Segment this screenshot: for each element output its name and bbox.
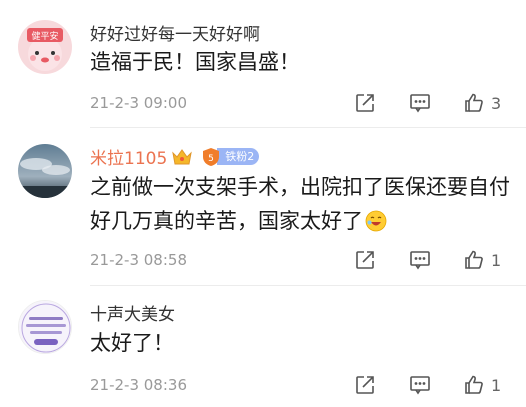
comment-time: 21-2-3 09:00 bbox=[90, 94, 187, 112]
comment-meta: 21-2-3 08:58 1 bbox=[90, 248, 526, 272]
like-icon bbox=[465, 250, 483, 269]
avatar[interactable] bbox=[18, 300, 72, 354]
like-button[interactable]: 3 bbox=[463, 91, 501, 115]
comment-time: 21-2-3 08:58 bbox=[90, 251, 187, 269]
svg-text:健平安: 健平安 bbox=[31, 30, 58, 42]
comment-button[interactable] bbox=[409, 373, 431, 397]
crown-icon bbox=[172, 148, 193, 164]
comment-icon bbox=[410, 376, 430, 395]
username[interactable]: 好好过好每一天好好啊 bbox=[90, 20, 260, 45]
comment-item: 十声大美女 太好了！ 21-2-3 08:36 1 bbox=[0, 286, 526, 407]
like-icon bbox=[465, 93, 483, 112]
comment-meta: 21-2-3 09:00 3 bbox=[90, 91, 526, 115]
share-icon bbox=[356, 376, 374, 394]
comment-meta: 21-2-3 08:36 1 bbox=[90, 373, 526, 397]
comment-button[interactable] bbox=[409, 91, 431, 115]
share-button[interactable] bbox=[354, 91, 376, 115]
fan-badge-icon: 5 bbox=[203, 147, 220, 166]
comment-item: 米拉1105 5 铁粉2 之前做一次支架手术，出院扣了医保还要自付好几万真的辛苦… bbox=[0, 128, 526, 286]
comment-icon bbox=[410, 251, 430, 270]
like-count: 1 bbox=[491, 375, 502, 395]
avatar[interactable]: 健平安 bbox=[18, 20, 72, 74]
like-button[interactable]: 1 bbox=[463, 373, 501, 397]
share-icon bbox=[356, 251, 374, 269]
fan-badge[interactable]: 5 铁粉2 bbox=[201, 147, 260, 167]
comment-button[interactable] bbox=[409, 248, 431, 272]
fan-badge-label: 铁粉2 bbox=[217, 148, 260, 165]
like-count: 3 bbox=[491, 93, 502, 113]
comment-text: 造福于民！国家昌盛！ bbox=[90, 50, 300, 74]
avatar[interactable] bbox=[18, 144, 72, 198]
comment-time: 21-2-3 08:36 bbox=[90, 376, 187, 394]
laughing-emoji-icon bbox=[365, 210, 387, 232]
comment-item: 健平安 好好过好每一天好好啊 造福于民！国家昌盛！ 21-2-3 09:00 3 bbox=[0, 0, 526, 128]
share-button[interactable] bbox=[354, 373, 376, 397]
like-button[interactable]: 1 bbox=[463, 248, 501, 272]
share-icon bbox=[356, 94, 374, 112]
username[interactable]: 米拉1105 5 铁粉2 bbox=[90, 144, 260, 169]
like-icon bbox=[465, 375, 483, 394]
svg-text:5: 5 bbox=[208, 154, 214, 164]
share-button[interactable] bbox=[354, 248, 376, 272]
like-count: 1 bbox=[491, 250, 502, 270]
username[interactable]: 十声大美女 bbox=[90, 300, 175, 325]
comment-text: 太好了！ bbox=[90, 331, 174, 355]
comment-icon bbox=[410, 94, 430, 113]
comment-text: 之前做一次支架手术，出院扣了医保还要自付好几万真的辛苦，国家太好了 bbox=[90, 175, 510, 233]
